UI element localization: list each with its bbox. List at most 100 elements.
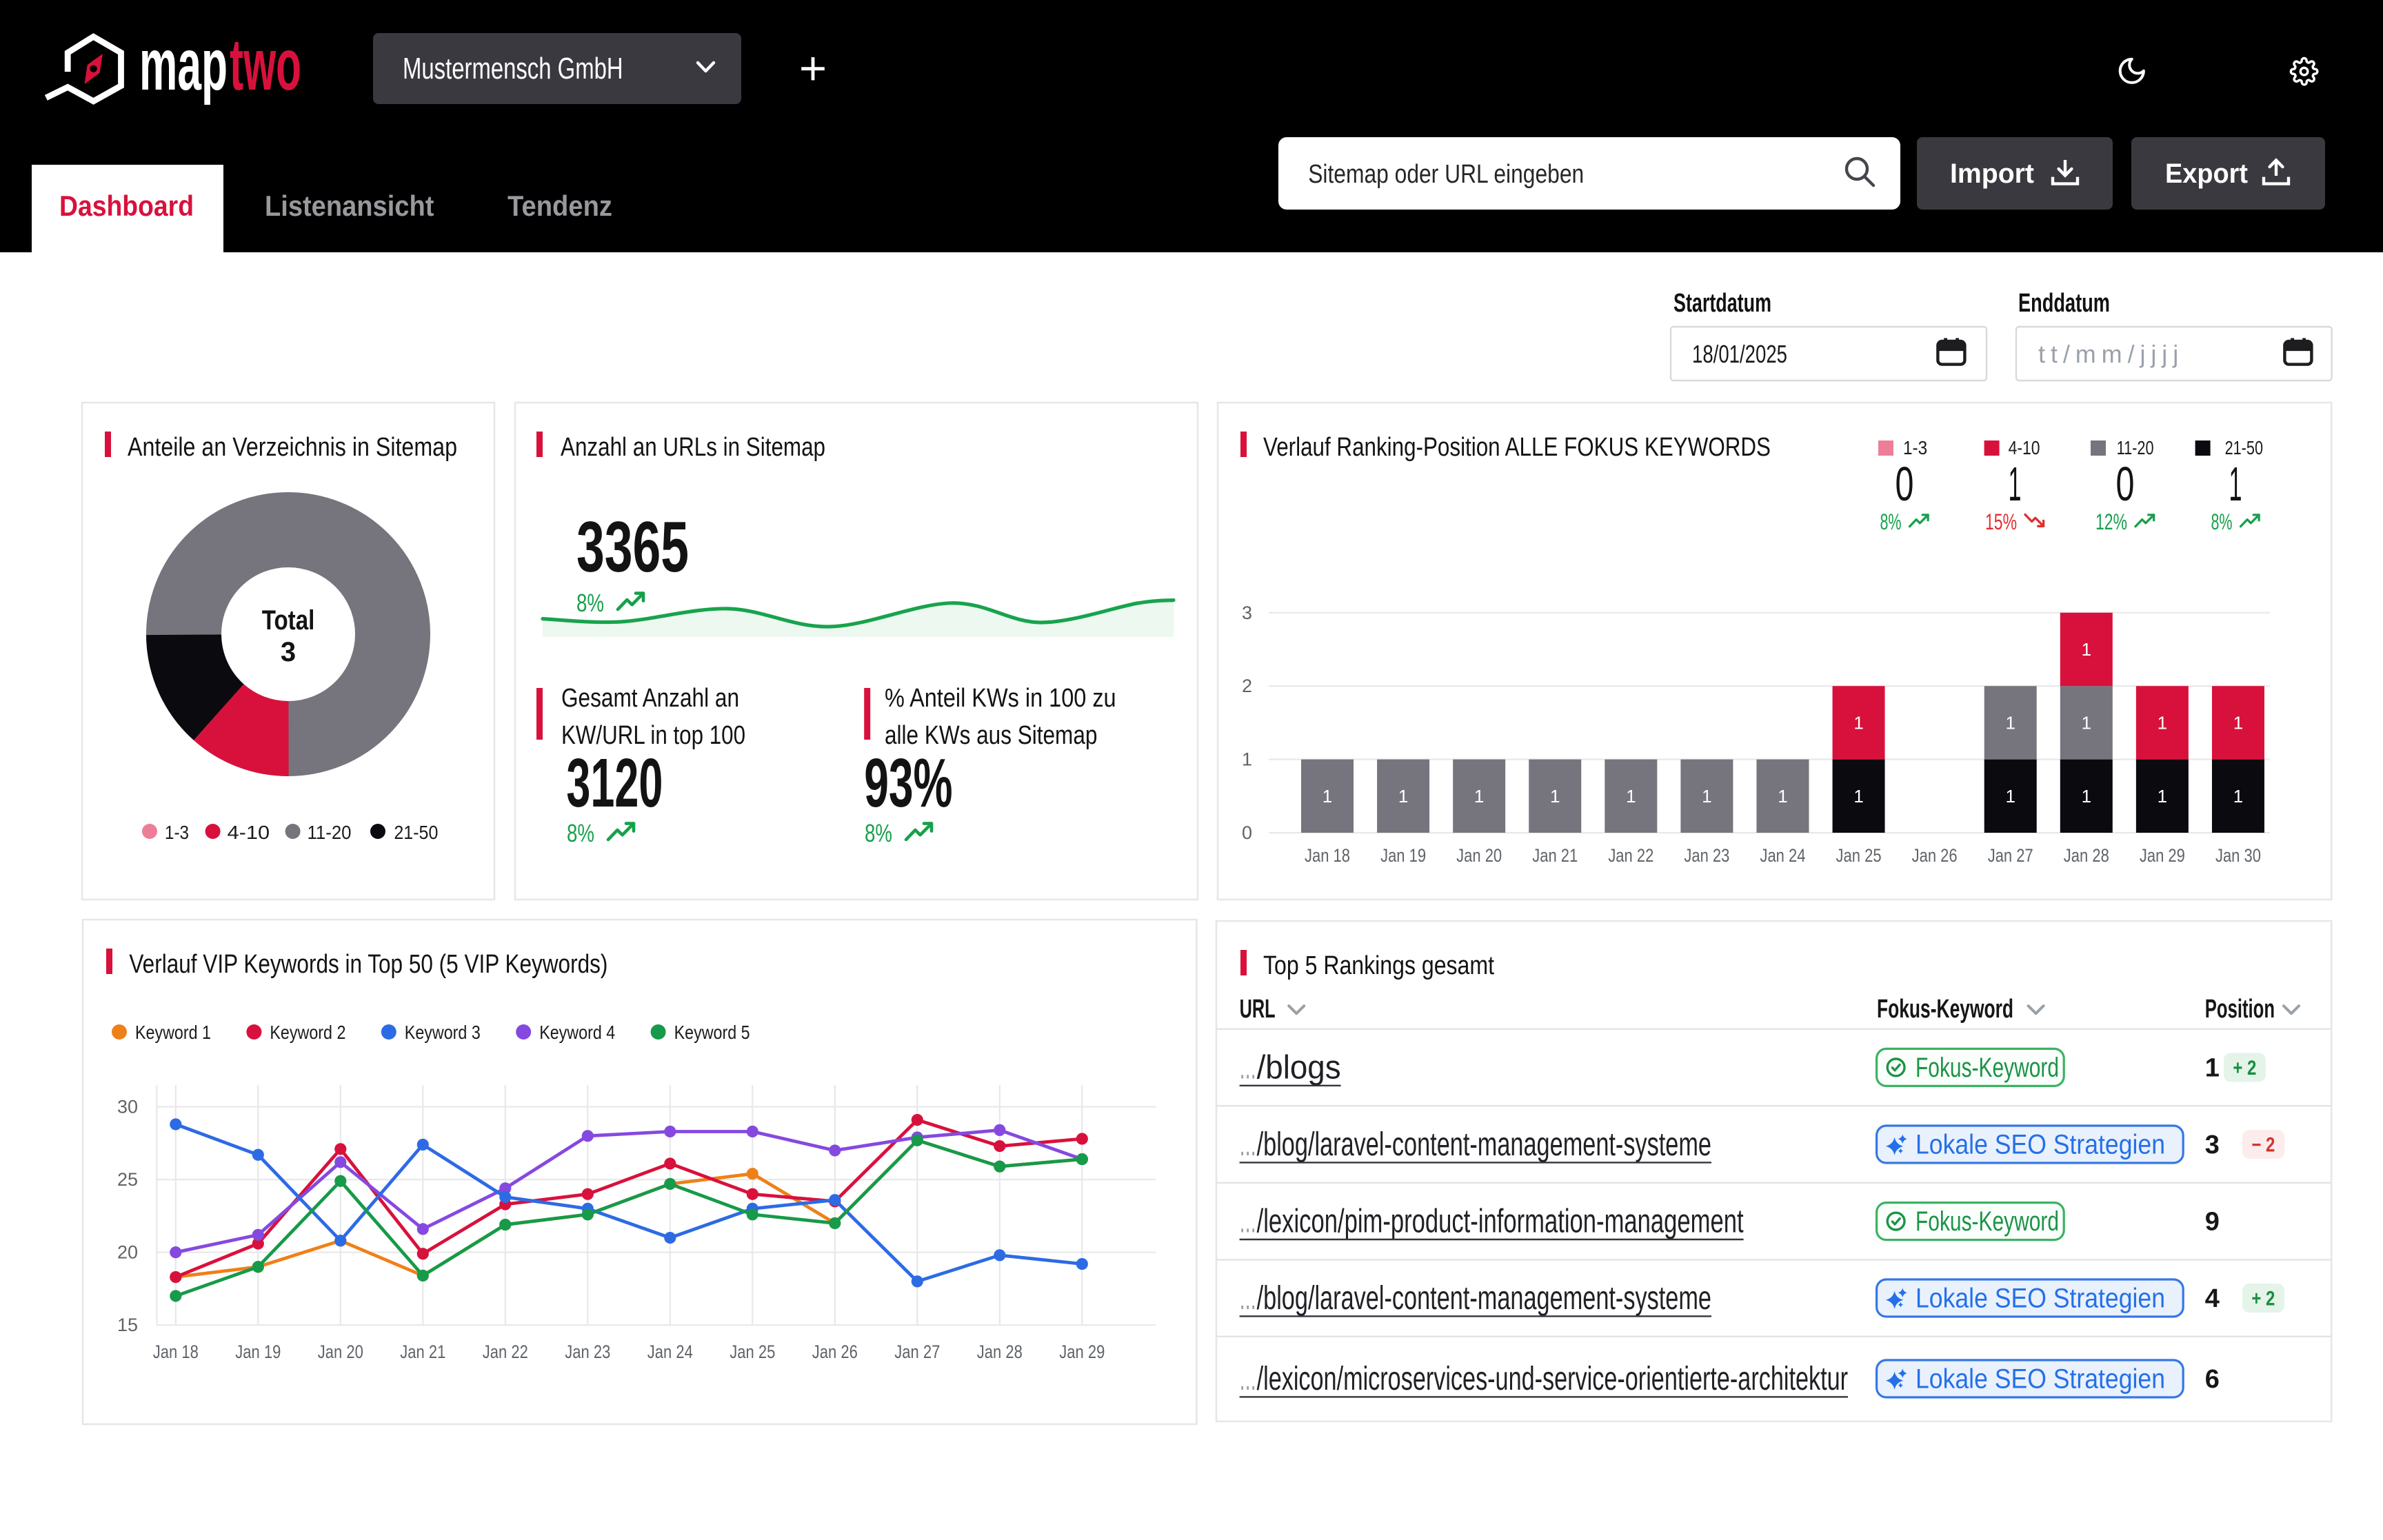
svg-text:15%: 15% [1985, 509, 2017, 534]
svg-text:Jan 23: Jan 23 [565, 1341, 610, 1362]
svg-text:...: ... [1240, 1049, 1256, 1086]
svg-text:Jan 30: Jan 30 [2215, 845, 2261, 866]
svg-text:Jan 27: Jan 27 [1988, 845, 2033, 866]
svg-text:1: 1 [1778, 786, 1787, 807]
svg-text:1-3: 1-3 [1903, 437, 1927, 458]
svg-text:8%: 8% [865, 819, 892, 847]
svg-text:93%: 93% [864, 744, 952, 822]
svg-text:Keyword 5: Keyword 5 [674, 1022, 750, 1043]
svg-text:Verlauf Ranking-Position ALLE: Verlauf Ranking-Position ALLE FOKUS KEYW… [1263, 433, 1771, 462]
svg-text:1: 1 [2009, 457, 2022, 511]
svg-text:3120: 3120 [566, 744, 663, 822]
svg-text:Keyword 2: Keyword 2 [270, 1022, 345, 1043]
svg-text:1: 1 [1853, 712, 1863, 733]
svg-text:Anzahl an URLs in Sitemap: Anzahl an URLs in Sitemap [561, 433, 825, 462]
svg-text:% Anteil KWs in 100 zu: % Anteil KWs in 100 zu [885, 684, 1116, 713]
svg-text:6: 6 [2205, 1365, 2220, 1394]
svg-text:8%: 8% [2211, 509, 2233, 534]
svg-text:...: ... [1240, 1126, 1256, 1163]
svg-text:Verlauf VIP Keywords in Top 50: Verlauf VIP Keywords in Top 50 (5 VIP Ke… [129, 950, 607, 979]
svg-text:30: 30 [117, 1097, 138, 1117]
svg-text:21-50: 21-50 [394, 822, 438, 843]
svg-text:1: 1 [2229, 457, 2242, 511]
svg-text:Gesamt Anzahl an: Gesamt Anzahl an [561, 684, 739, 713]
svg-text:+ 2: + 2 [2233, 1057, 2256, 1080]
svg-text:URL: URL [1240, 995, 1276, 1024]
svg-text:1: 1 [2233, 786, 2243, 807]
svg-text:1: 1 [2005, 712, 2015, 733]
svg-text:1: 1 [2205, 1053, 2220, 1082]
svg-text:Startdatum: Startdatum [1673, 289, 1771, 318]
svg-text:Jan 18: Jan 18 [1305, 845, 1350, 866]
svg-text:Jan 28: Jan 28 [977, 1341, 1023, 1362]
svg-text:/blog/laravel-content-manageme: /blog/laravel-content-management-systeme [1257, 1126, 1711, 1163]
svg-text:Top 5 Rankings gesamt: Top 5 Rankings gesamt [1263, 951, 1494, 980]
svg-text:21-50: 21-50 [2225, 437, 2263, 458]
svg-text:Keyword 3: Keyword 3 [405, 1022, 481, 1043]
svg-text:1: 1 [2158, 786, 2167, 807]
svg-text:Jan 24: Jan 24 [1760, 845, 1805, 866]
svg-text:11-20: 11-20 [308, 822, 352, 843]
svg-text:1: 1 [1702, 786, 1711, 807]
svg-text:2: 2 [1242, 676, 1252, 696]
svg-text:3365: 3365 [576, 507, 689, 587]
svg-text:3: 3 [2205, 1131, 2220, 1159]
svg-text:0: 0 [1896, 457, 1914, 511]
svg-text:1: 1 [2082, 786, 2091, 807]
svg-text:1: 1 [1550, 786, 1560, 807]
svg-text:Jan 19: Jan 19 [235, 1341, 281, 1362]
svg-text:1: 1 [2233, 712, 2243, 733]
svg-text:Fokus-Keyword: Fokus-Keyword [1916, 1053, 2059, 1083]
svg-text:Jan 20: Jan 20 [1456, 845, 1502, 866]
svg-text:Import: Import [1950, 159, 2034, 189]
svg-text:Jan 23: Jan 23 [1684, 845, 1729, 866]
svg-text:Sitemap oder URL eingeben: Sitemap oder URL eingeben [1308, 160, 1584, 189]
svg-text:1-3: 1-3 [165, 822, 189, 843]
svg-text:4-10: 4-10 [228, 822, 270, 843]
svg-text:Jan 18: Jan 18 [153, 1341, 199, 1362]
svg-text:Jan 27: Jan 27 [894, 1341, 940, 1362]
svg-text:Jan 21: Jan 21 [400, 1341, 445, 1362]
svg-text:1: 1 [1474, 786, 1484, 807]
svg-text:25: 25 [117, 1169, 138, 1190]
svg-text:0: 0 [2116, 457, 2135, 511]
svg-text:Dashboard: Dashboard [59, 190, 194, 222]
svg-text:Anteile an Verzeichnis in Site: Anteile an Verzeichnis in Sitemap [128, 433, 457, 462]
svg-text:Listenansicht: Listenansicht [265, 190, 434, 222]
svg-text:9: 9 [2205, 1208, 2220, 1237]
svg-text:Export: Export [2165, 159, 2248, 189]
svg-text:/lexicon/microservices-und-ser: /lexicon/microservices-und-service-orien… [1257, 1361, 1848, 1397]
svg-text:1: 1 [2005, 786, 2015, 807]
svg-text:two: two [230, 24, 301, 105]
svg-text:1: 1 [2158, 712, 2167, 733]
svg-text:Jan 28: Jan 28 [2064, 845, 2109, 866]
svg-text:1: 1 [1242, 749, 1252, 770]
svg-text:12%: 12% [2095, 509, 2127, 534]
svg-text:Mustermensch GmbH: Mustermensch GmbH [403, 52, 623, 85]
svg-text:8%: 8% [567, 819, 594, 847]
svg-text:4-10: 4-10 [2009, 437, 2040, 458]
svg-text:20: 20 [117, 1242, 138, 1263]
svg-text:Jan 25: Jan 25 [730, 1341, 775, 1362]
svg-text:1: 1 [1398, 786, 1408, 807]
svg-text:map: map [139, 24, 228, 105]
svg-text:3: 3 [281, 637, 296, 667]
svg-text:/blogs: /blogs [1257, 1049, 1341, 1086]
svg-text:1: 1 [2082, 712, 2091, 733]
svg-text:1: 1 [1853, 786, 1863, 807]
svg-text:Lokale SEO Strategien: Lokale SEO Strategien [1916, 1130, 2165, 1160]
svg-text:Jan 19: Jan 19 [1380, 845, 1426, 866]
svg-text:Jan 29: Jan 29 [2140, 845, 2185, 866]
svg-text:Jan 20: Jan 20 [318, 1341, 363, 1362]
svg-text:...: ... [1240, 1361, 1256, 1397]
svg-text:Enddatum: Enddatum [2018, 289, 2110, 318]
svg-text:1: 1 [1323, 786, 1332, 807]
svg-text:1: 1 [2082, 639, 2091, 660]
svg-text:Position: Position [2205, 995, 2275, 1024]
svg-text:Tendenz: Tendenz [507, 190, 612, 222]
svg-text:/blog/laravel-content-manageme: /blog/laravel-content-management-systeme [1257, 1280, 1711, 1317]
svg-text:− 2: − 2 [2251, 1133, 2275, 1156]
svg-text:8%: 8% [1880, 509, 1902, 534]
svg-text:Jan 26: Jan 26 [812, 1341, 858, 1362]
svg-text:Jan 22: Jan 22 [1608, 845, 1653, 866]
